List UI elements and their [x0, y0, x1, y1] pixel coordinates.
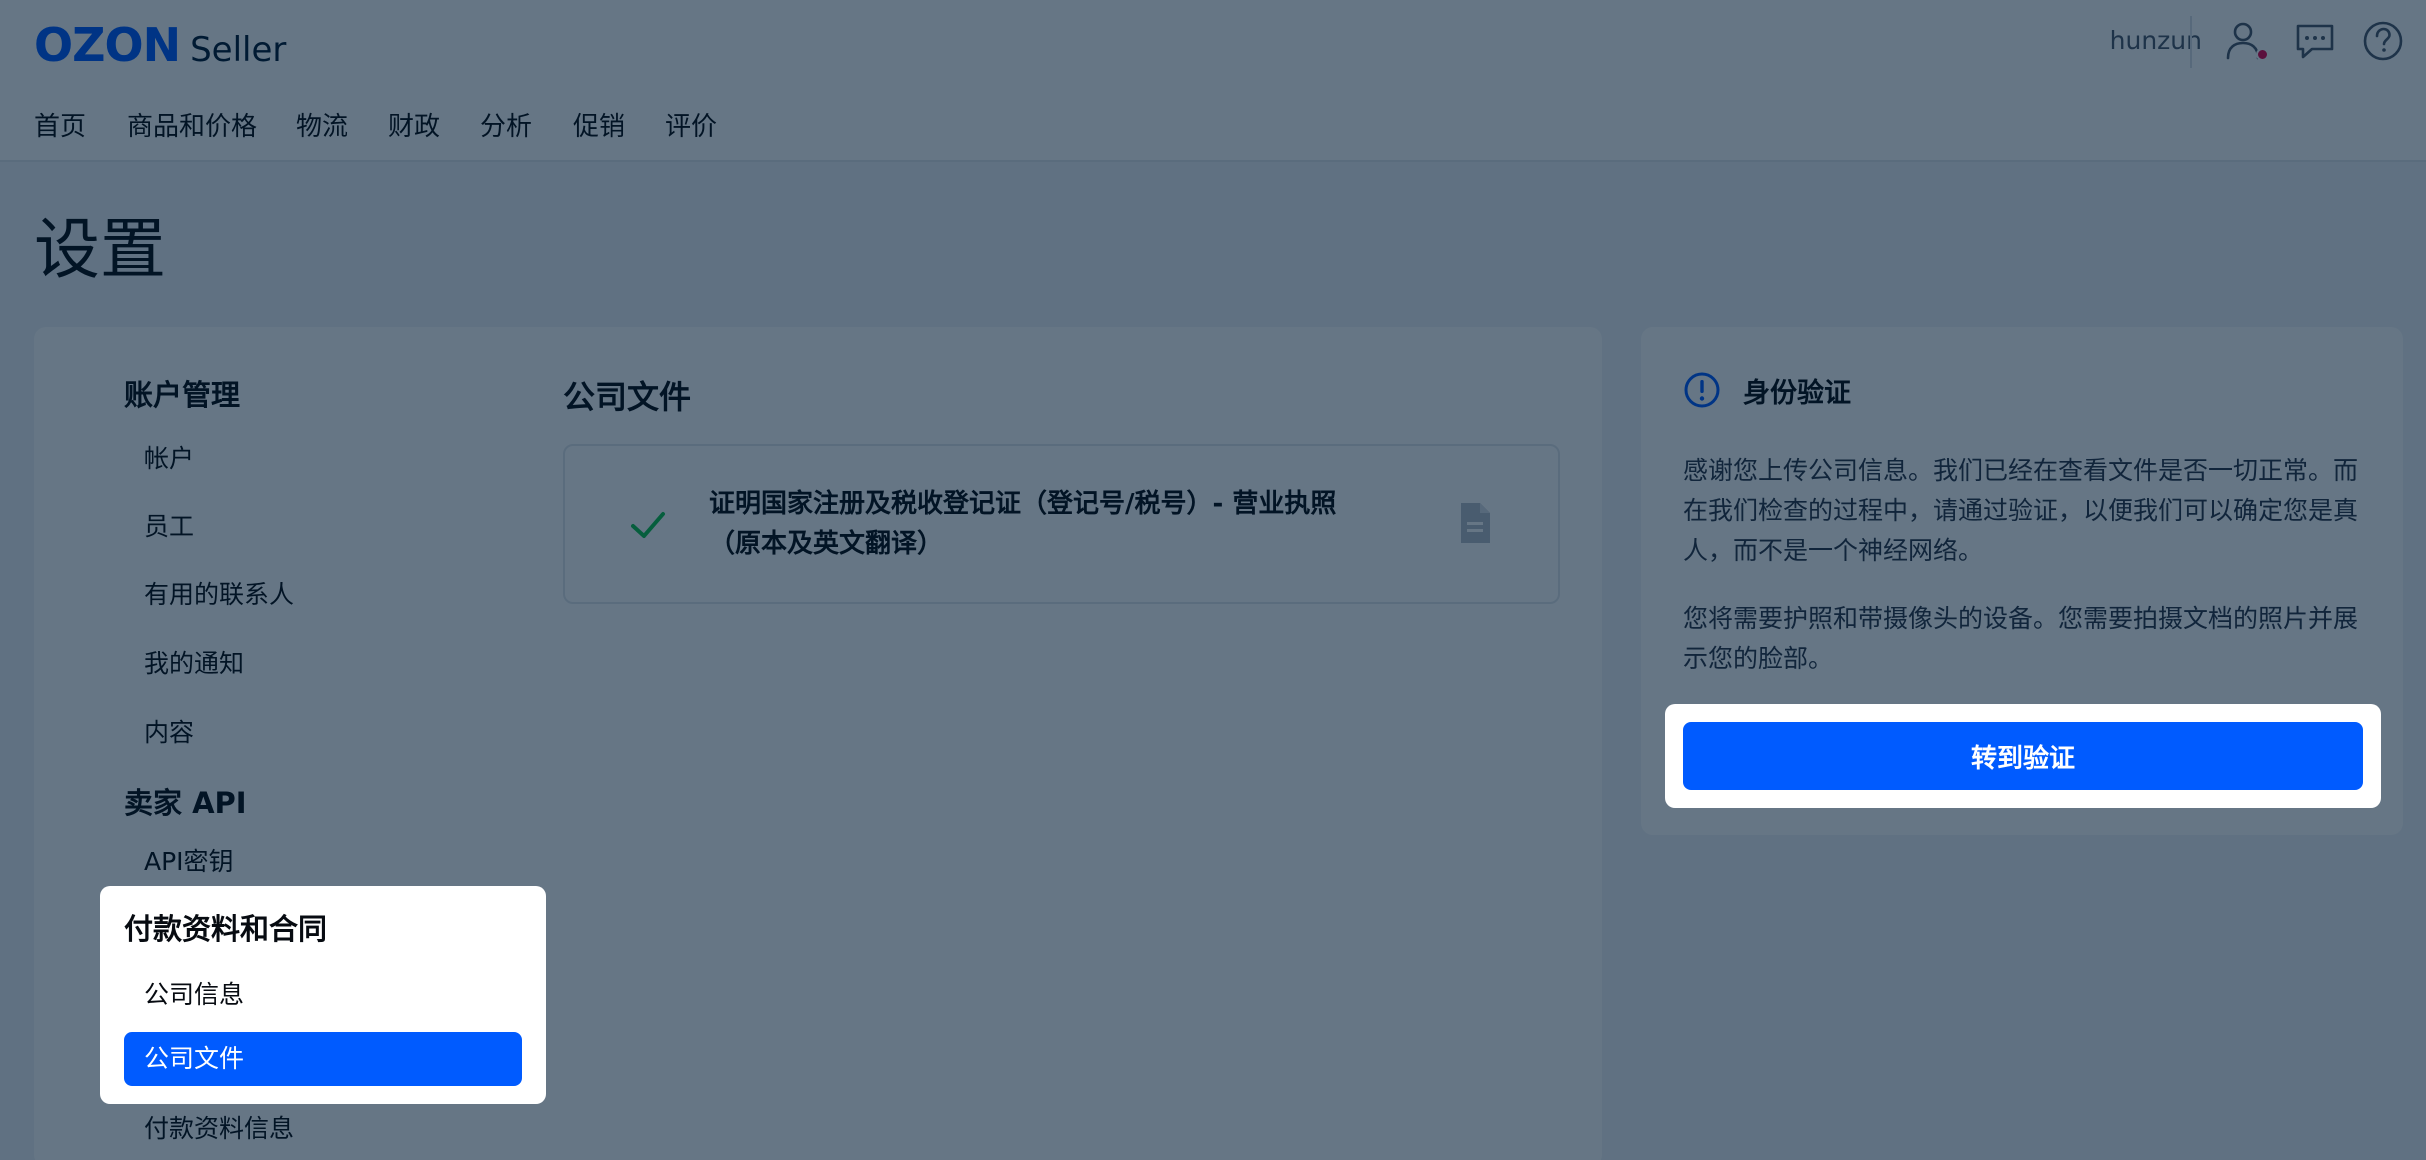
sidebar-item-payment-details[interactable]: 付款资料信息 [124, 1102, 522, 1156]
verification-text-2: 您将需要护照和带摄像头的设备。您需要拍摄文档的照片并展示您的脸部。 [1683, 604, 2359, 673]
file-icon[interactable] [1455, 500, 1495, 546]
main-nav: 首页 商品和价格 物流 财政 分析 促销 评价 [0, 84, 2426, 162]
nav-item-promotions[interactable]: 促销 [573, 106, 625, 143]
nav-item-reviews[interactable]: 评价 [665, 106, 717, 143]
notification-dot [2256, 48, 2269, 61]
sidebar-item-contacts[interactable]: 有用的联系人 [124, 568, 522, 622]
header-divider [2190, 16, 2192, 68]
nav-item-finance[interactable]: 财政 [388, 106, 440, 143]
sidebar-item-notifications[interactable]: 我的通知 [124, 637, 522, 691]
sidebar-item-company-documents[interactable]: 公司文件 [124, 1032, 522, 1086]
verification-title: 身份验证 [1743, 378, 1851, 409]
sidebar-section-account: 账户管理 [124, 378, 241, 412]
sidebar-item-account[interactable]: 帐户 [124, 432, 522, 486]
nav-item-home[interactable]: 首页 [34, 106, 86, 143]
logo-brand: OZON [34, 18, 181, 72]
nav-item-analytics[interactable]: 分析 [480, 106, 532, 143]
alert-icon [1683, 371, 1721, 409]
go-to-verification-button[interactable]: 转到验证 [1683, 722, 2363, 790]
section-title: 公司文件 [563, 378, 692, 416]
top-header: OZON Seller hunzun [0, 0, 2426, 84]
sidebar-item-employees[interactable]: 员工 [124, 500, 522, 554]
check-icon [627, 504, 669, 546]
username[interactable]: hunzun [2110, 26, 2202, 55]
page: OZON Seller hunzun 首页 商品和价格 物流 财政 分析 促销 … [0, 0, 2426, 1160]
chat-icon[interactable] [2292, 18, 2338, 64]
sidebar-item-content[interactable]: 内容 [124, 706, 522, 760]
document-title: 证明国家注册及税收登记证（登记号/税号）- 营业执照（原本及英文翻译） [709, 489, 1337, 559]
document-card: 证明国家注册及税收登记证（登记号/税号）- 营业执照（原本及英文翻译） [563, 444, 1560, 604]
sidebar-section-payment: 付款资料和合同 [124, 912, 328, 946]
nav-item-logistics[interactable]: 物流 [296, 106, 348, 143]
ozon-seller-logo[interactable]: OZON Seller [34, 18, 286, 72]
sidebar-item-api-keys[interactable]: API密钥 [124, 835, 522, 889]
sidebar-section-seller-api: 卖家 API [124, 786, 247, 820]
logo-product: Seller [190, 30, 287, 70]
nav-item-products[interactable]: 商品和价格 [127, 106, 257, 143]
payment-section-spotlight: 付款资料和合同 公司信息 公司文件 [100, 886, 546, 1104]
sidebar-item-company-info[interactable]: 公司信息 [124, 968, 522, 1022]
page-title: 设置 [34, 211, 166, 288]
help-icon[interactable] [2360, 18, 2406, 64]
verification-text-1: 感谢您上传公司信息。我们已经在查看文件是否一切正常。而在我们检查的过程中，请通过… [1683, 456, 2359, 565]
